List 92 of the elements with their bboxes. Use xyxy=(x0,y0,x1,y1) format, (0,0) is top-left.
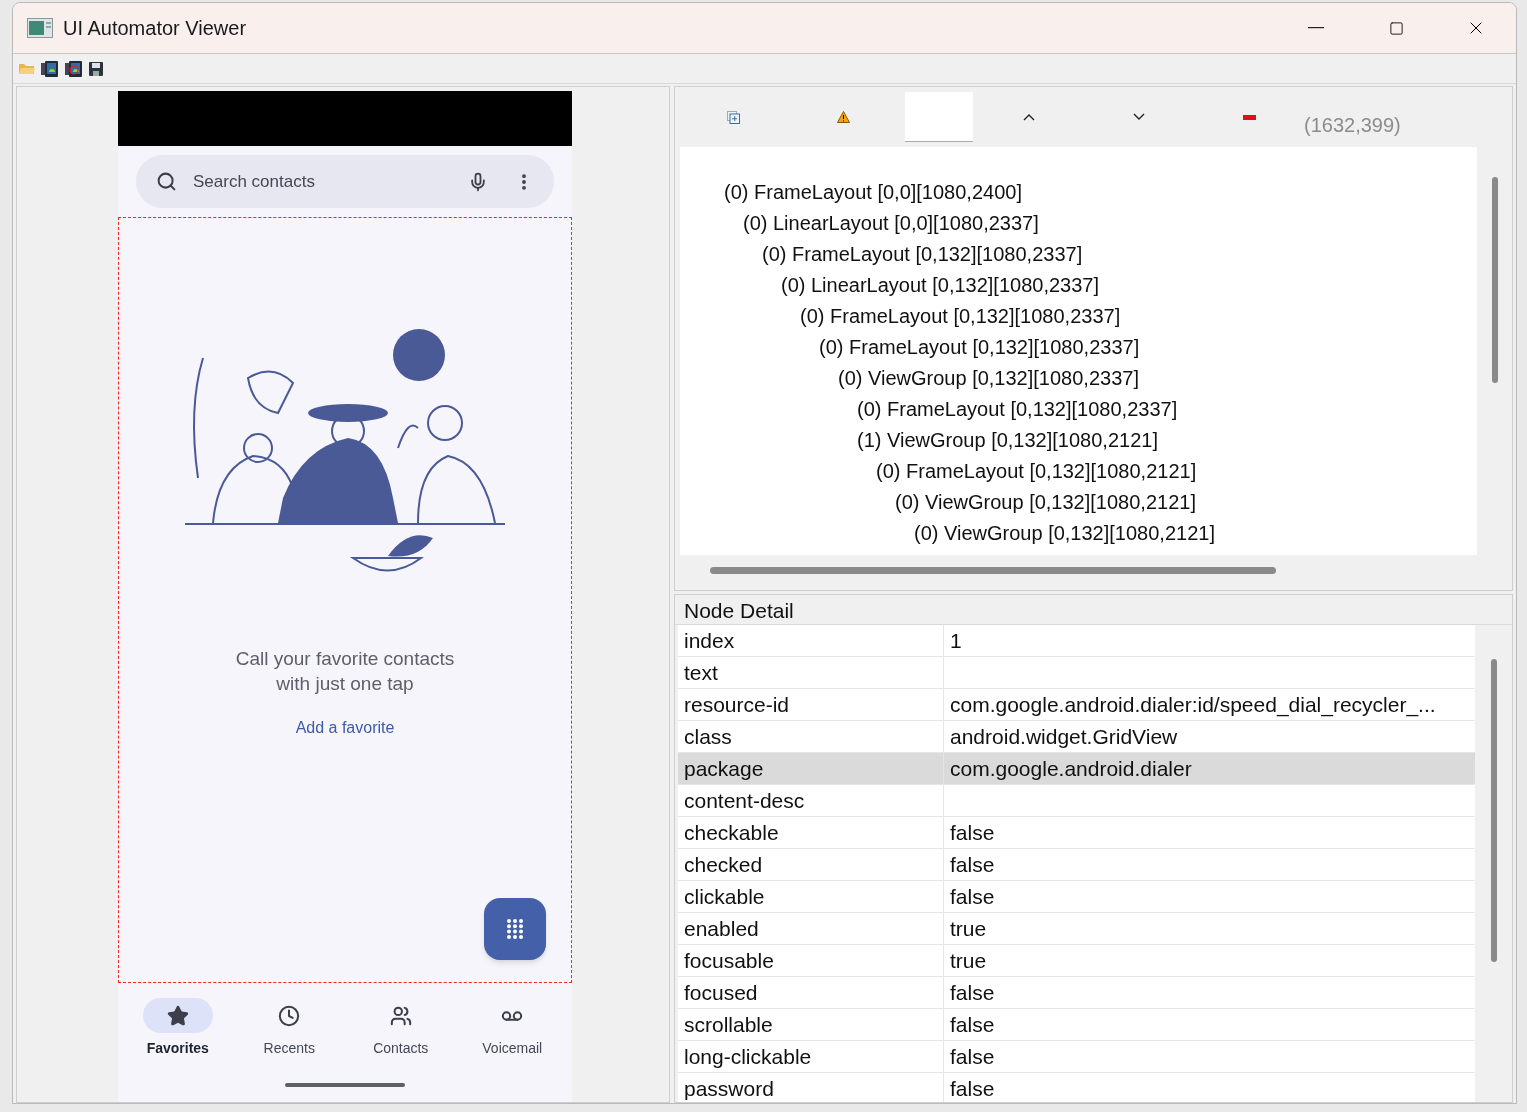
property-name: enabled xyxy=(684,915,759,942)
detail-row[interactable]: enabled true xyxy=(678,913,1475,945)
property-name: index xyxy=(684,627,735,654)
caret-up-icon[interactable] xyxy=(1023,113,1035,121)
detail-row[interactable]: long-clickable false xyxy=(678,1041,1475,1073)
dialpad-button[interactable] xyxy=(484,898,546,960)
tree-node[interactable]: (0) LinearLayout [0,0][1080,2337] xyxy=(743,208,1039,239)
detail-row[interactable]: clickable false xyxy=(678,881,1475,913)
nav-tab-label: Recents xyxy=(263,1039,315,1058)
property-name: clickable xyxy=(684,883,765,910)
tree-node[interactable]: (0) FrameLayout [0,132][1080,2337] xyxy=(857,394,1178,425)
detail-row[interactable]: scrollable false xyxy=(678,1009,1475,1041)
nav-tab[interactable]: Recents xyxy=(233,998,345,1059)
empty-state-message: Call your favorite contacts with just one tap xyxy=(234,647,456,696)
tree-node[interactable]: (0) ViewGroup [0,132][1080,2121] xyxy=(895,487,1196,518)
property-name: text xyxy=(684,659,718,686)
property-value: true xyxy=(950,915,987,942)
property-name: focusable xyxy=(684,947,774,974)
add-favorite-link[interactable]: Add a favorite xyxy=(295,716,395,740)
node-detail-title: Node Detail xyxy=(684,598,794,624)
property-name: class xyxy=(684,723,732,750)
vertical-scrollbar[interactable] xyxy=(1490,659,1497,962)
property-value: false xyxy=(950,979,995,1006)
people-icon xyxy=(389,1004,412,1027)
property-value: com.google.android.dialer:id/speed_dial_recycler_... xyxy=(950,691,1436,719)
detail-row[interactable]: index 1 xyxy=(678,625,1475,657)
property-name: content-desc xyxy=(684,787,805,814)
app-icon xyxy=(27,18,53,38)
property-name: focused xyxy=(684,979,758,1006)
property-name: checkable xyxy=(684,819,779,846)
tree-node[interactable]: (0) FrameLayout [0,132][1080,2121] xyxy=(876,456,1197,487)
nav-tab-label: Favorites xyxy=(146,1039,209,1058)
property-value: false xyxy=(950,851,995,878)
coordinates-label: (1632,399) xyxy=(1304,113,1401,138)
warning-icon[interactable] xyxy=(837,111,850,123)
detail-row[interactable]: focused false xyxy=(678,977,1475,1009)
maximize-icon xyxy=(1388,20,1404,36)
tree-node[interactable]: (0) LinearLayout [0,132][1080,2337] xyxy=(781,270,1100,301)
vertical-scrollbar[interactable] xyxy=(1491,177,1498,383)
tree-node[interactable]: (1) ViewGroup [0,132][1080,2121] xyxy=(857,425,1158,456)
property-name: scrollable xyxy=(684,1011,773,1038)
property-name: password xyxy=(684,1075,774,1102)
search-field[interactable]: Search contacts xyxy=(136,155,554,208)
property-value: false xyxy=(950,883,995,910)
nav-tab-label: Contacts xyxy=(373,1039,429,1058)
property-name: package xyxy=(684,755,764,782)
tree-node[interactable]: (0) ViewGroup [0,132][1080,2337] xyxy=(838,363,1139,394)
detail-row[interactable]: password false xyxy=(678,1073,1475,1102)
tree-node[interactable]: (0) FrameLayout [0,132][1080,2337] xyxy=(800,301,1121,332)
nav-tab[interactable]: Voicemail xyxy=(456,998,568,1059)
caret-down-icon[interactable] xyxy=(1133,113,1145,121)
property-value: true xyxy=(950,947,987,974)
property-value: com.google.android.dialer xyxy=(950,755,1192,782)
save-icon[interactable] xyxy=(89,61,103,76)
property-value: android.widget.GridView xyxy=(950,723,1178,750)
tree-node[interactable]: (0) FrameLayout [0,0][1080,2400] xyxy=(724,177,1022,208)
blank-toggle-button[interactable] xyxy=(905,92,973,142)
device-screenshot-compressed-icon[interactable] xyxy=(65,60,83,77)
detail-row[interactable]: focusable true xyxy=(678,945,1475,977)
property-name: resource-id xyxy=(684,691,790,718)
property-value: false xyxy=(950,1075,995,1102)
expand-all-icon[interactable] xyxy=(727,110,740,124)
detail-row[interactable]: package com.google.android.dialer xyxy=(678,753,1475,785)
device-screenshot-icon[interactable] xyxy=(41,60,59,77)
nav-tab[interactable]: Favorites xyxy=(122,998,234,1059)
nav-tab-label: Voicemail xyxy=(482,1039,543,1058)
microphone-icon[interactable] xyxy=(468,171,488,192)
detail-row[interactable]: resource-id com.google.android.dialer:id/speed_dial_recycler_... xyxy=(678,689,1475,721)
property-value: false xyxy=(950,1043,995,1070)
nav-tab[interactable]: Contacts xyxy=(345,998,457,1059)
property-name: checked xyxy=(684,851,763,878)
clock-icon xyxy=(278,1004,301,1027)
property-value: false xyxy=(950,819,995,846)
star-icon xyxy=(166,1004,189,1027)
detail-row[interactable]: content-desc xyxy=(678,785,1475,817)
tree-node[interactable]: (0) FrameLayout [0,132][1080,2337] xyxy=(762,239,1083,270)
window-title: UI Automator Viewer xyxy=(63,16,247,41)
minus-icon[interactable] xyxy=(1243,114,1256,120)
tree-node[interactable]: (0) ViewGroup [0,132][1080,2121] xyxy=(914,518,1215,549)
property-value: 1 xyxy=(950,627,962,654)
search-placeholder: Search contacts xyxy=(193,170,315,193)
tree-node[interactable]: (0) FrameLayout [0,132][1080,2337] xyxy=(819,332,1140,363)
detail-row[interactable]: checked false xyxy=(678,849,1475,881)
property-name: long-clickable xyxy=(684,1043,812,1070)
detail-row[interactable]: class android.widget.GridView xyxy=(678,721,1475,753)
minimize-icon xyxy=(1308,27,1324,29)
detail-row[interactable]: checkable false xyxy=(678,817,1475,849)
property-value: false xyxy=(950,1011,995,1038)
dialpad-icon xyxy=(506,918,524,940)
horizontal-scrollbar[interactable] xyxy=(710,566,1276,574)
search-icon xyxy=(156,171,177,192)
detail-row[interactable]: text xyxy=(678,657,1475,689)
